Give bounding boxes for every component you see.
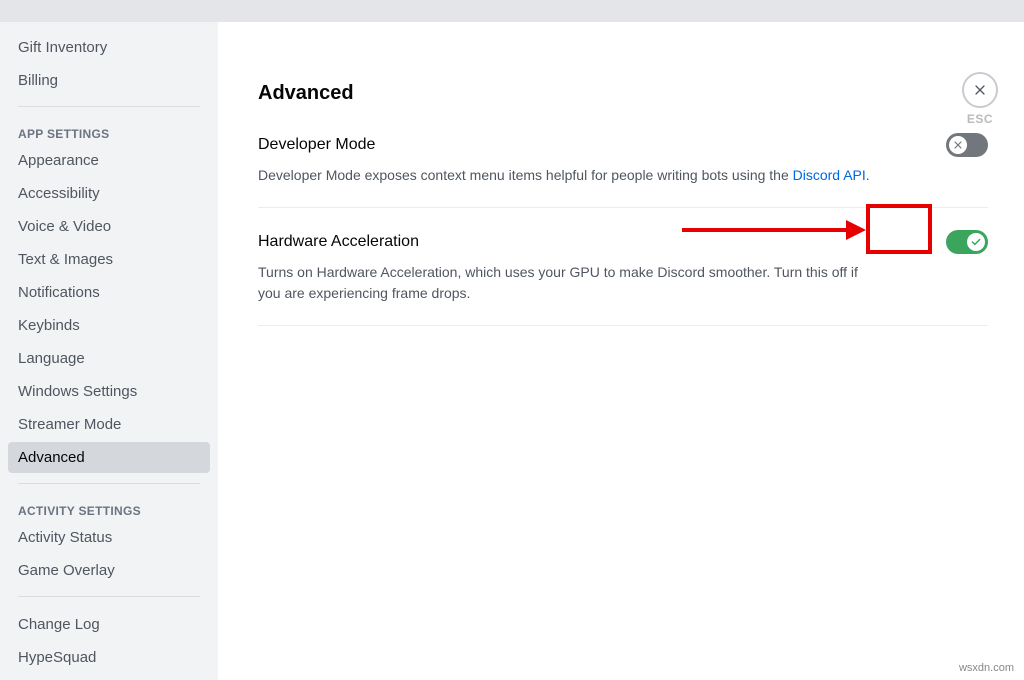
toggle-off-icon <box>952 139 964 151</box>
sidebar-item-notifications[interactable]: Notifications <box>8 277 210 308</box>
hardware-acceleration-toggle[interactable] <box>946 230 988 254</box>
close-icon <box>972 82 988 98</box>
page-title: Advanced <box>258 82 988 105</box>
hardware-acceleration-title: Hardware Acceleration <box>258 233 419 251</box>
sidebar-item-voice-video[interactable]: Voice & Video <box>8 211 210 242</box>
sidebar-item-keybinds[interactable]: Keybinds <box>8 310 210 341</box>
sidebar-item-accessibility[interactable]: Accessibility <box>8 178 210 209</box>
sidebar-item-activity-status[interactable]: Activity Status <box>8 522 210 553</box>
developer-mode-title: Developer Mode <box>258 136 375 154</box>
sidebar-header-activity-settings: Activity Settings <box>8 496 210 522</box>
settings-sidebar: Gift InventoryBilling App Settings Appea… <box>0 22 218 680</box>
sidebar-item-hypesquad[interactable]: HypeSquad <box>8 642 210 673</box>
close-label: ESC <box>967 112 993 126</box>
sidebar-item-gift-inventory[interactable]: Gift Inventory <box>8 32 210 63</box>
toggle-on-check-icon <box>970 236 982 248</box>
sidebar-item-language[interactable]: Language <box>8 343 210 374</box>
window-titlebar <box>0 0 1024 22</box>
sidebar-item-change-log[interactable]: Change Log <box>8 609 210 640</box>
developer-mode-description: Developer Mode exposes context menu item… <box>258 165 878 185</box>
setting-hardware-acceleration: Hardware Acceleration Turns on Hardware … <box>258 230 988 326</box>
discord-api-link[interactable]: Discord API <box>793 167 866 183</box>
sidebar-divider <box>18 106 200 107</box>
sidebar-item-streamer-mode[interactable]: Streamer Mode <box>8 409 210 440</box>
developer-mode-toggle[interactable] <box>946 133 988 157</box>
sidebar-item-advanced[interactable]: Advanced <box>8 442 210 473</box>
sidebar-item-billing[interactable]: Billing <box>8 65 210 96</box>
settings-content: Advanced Developer Mode Developer Mode e… <box>218 22 1024 680</box>
watermark: wsxdn.com <box>959 662 1014 674</box>
sidebar-item-windows-settings[interactable]: Windows Settings <box>8 376 210 407</box>
close-button[interactable] <box>962 72 998 108</box>
sidebar-item-game-overlay[interactable]: Game Overlay <box>8 555 210 586</box>
sidebar-header-app-settings: App Settings <box>8 119 210 145</box>
hardware-acceleration-description: Turns on Hardware Acceleration, which us… <box>258 262 878 303</box>
sidebar-item-appearance[interactable]: Appearance <box>8 145 210 176</box>
close-settings: ESC <box>962 72 998 126</box>
setting-developer-mode: Developer Mode Developer Mode exposes co… <box>258 133 988 208</box>
sidebar-item-text-images[interactable]: Text & Images <box>8 244 210 275</box>
sidebar-divider <box>18 483 200 484</box>
sidebar-divider <box>18 596 200 597</box>
